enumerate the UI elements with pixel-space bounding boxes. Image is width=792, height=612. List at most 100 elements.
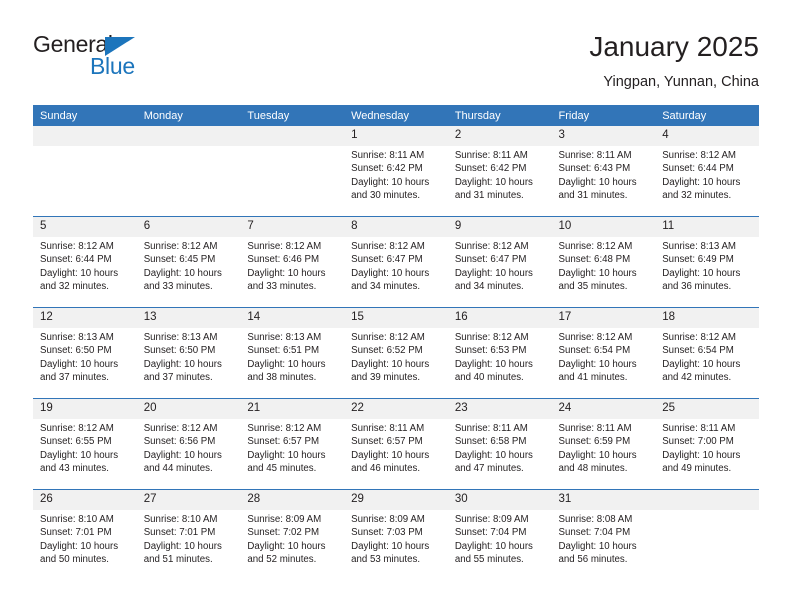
- logo-text-blue: Blue: [90, 53, 135, 79]
- daylight-text: Daylight: 10 hours and 32 minutes.: [40, 267, 119, 293]
- calendar-day-cell[interactable]: 18 Sunrise: 8:12 AM Sunset: 6:54 PM Dayligh…: [655, 307, 759, 399]
- calendar-week-row: 1 Sunrise: 8:11 AM Sunset: 6:42 PM Daylight…: [33, 126, 759, 217]
- sunrise-text: Sunrise: 8:10 AM: [40, 514, 114, 525]
- calendar-day-cell[interactable]: 31 Sunrise: 8:08 AM Sunset: 7:04 PM Dayligh…: [551, 489, 656, 580]
- calendar-day-cell[interactable]: 25 Sunrise: 8:11 AM Sunset: 7:00 PM Dayligh…: [655, 398, 759, 490]
- day-number: 16: [447, 308, 552, 328]
- calendar-day-cell[interactable]: 3 Sunrise: 8:11 AM Sunset: 6:43 PM Daylight…: [551, 126, 656, 217]
- sunset-text: Sunset: 6:52 PM: [351, 345, 423, 357]
- calendar-day-cell[interactable]: 5 Sunrise: 8:12 AM Sunset: 6:44 PM Daylight…: [33, 216, 137, 308]
- day-number: 3: [551, 126, 656, 146]
- day-number: 30: [447, 490, 552, 510]
- calendar-day-cell[interactable]: 16 Sunrise: 8:12 AM Sunset: 6:53 PM Dayligh…: [447, 307, 552, 399]
- sunrise-text: Sunrise: 8:09 AM: [247, 514, 322, 525]
- calendar-day-cell[interactable]: 15 Sunrise: 8:12 AM Sunset: 6:52 PM Dayligh…: [344, 307, 448, 399]
- sunset-text: Sunset: 6:56 PM: [143, 436, 216, 448]
- sunrise-text: Sunrise: 8:13 AM: [143, 332, 218, 343]
- sunrise-text: Sunrise: 8:12 AM: [40, 423, 114, 434]
- calendar-day-cell[interactable]: 23 Sunrise: 8:11 AM Sunset: 6:58 PM Dayligh…: [447, 398, 552, 490]
- calendar-day-cell[interactable]: 7 Sunrise: 8:12 AM Sunset: 6:46 PM Daylight…: [240, 216, 345, 308]
- calendar-day-cell[interactable]: 11 Sunrise: 8:13 AM Sunset: 6:49 PM Dayligh…: [655, 216, 759, 308]
- day-number: 8: [344, 217, 448, 237]
- calendar-day-cell[interactable]: 14 Sunrise: 8:13 AM Sunset: 6:51 PM Dayligh…: [240, 307, 345, 399]
- weekday-header-saturday: Saturday: [655, 105, 759, 126]
- calendar-day-cell[interactable]: 29 Sunrise: 8:09 AM Sunset: 7:03 PM Dayligh…: [344, 489, 448, 580]
- calendar-day-cell[interactable]: 27 Sunrise: 8:10 AM Sunset: 7:01 PM Dayligh…: [136, 489, 241, 580]
- calendar-day-cell-empty: [136, 126, 241, 217]
- daylight-text: Daylight: 10 hours and 36 minutes.: [662, 267, 741, 293]
- weekday-header-sunday: Sunday: [33, 105, 137, 126]
- day-details: Sunrise: 8:11 AM Sunset: 6:43 PM Daylight:…: [552, 146, 656, 203]
- day-details: Sunrise: 8:13 AM Sunset: 6:49 PM Daylight:…: [655, 237, 759, 294]
- day-number: 15: [344, 308, 448, 328]
- day-number: 21: [240, 399, 345, 419]
- page-header: General Blue January 2025 Yingpan, Yunna…: [33, 30, 759, 96]
- calendar-day-cell[interactable]: 26 Sunrise: 8:10 AM Sunset: 7:01 PM Dayligh…: [33, 489, 137, 580]
- calendar-day-cell[interactable]: 13 Sunrise: 8:13 AM Sunset: 6:50 PM Dayligh…: [136, 307, 241, 399]
- daylight-text: Daylight: 10 hours and 39 minutes.: [351, 358, 430, 384]
- day-details: Sunrise: 8:09 AM Sunset: 7:03 PM Daylight:…: [344, 510, 448, 567]
- sunrise-text: Sunrise: 8:13 AM: [40, 332, 114, 343]
- sunrise-text: Sunrise: 8:12 AM: [351, 332, 425, 343]
- day-number: [655, 490, 759, 510]
- calendar-day-cell[interactable]: 4 Sunrise: 8:12 AM Sunset: 6:44 PM Daylight…: [655, 126, 759, 217]
- day-details: Sunrise: 8:12 AM Sunset: 6:47 PM Daylight:…: [448, 237, 552, 294]
- day-details: Sunrise: 8:12 AM Sunset: 6:55 PM Daylight:…: [33, 419, 137, 476]
- day-details: Sunrise: 8:12 AM Sunset: 6:48 PM Daylight:…: [552, 237, 656, 294]
- sunrise-text: Sunrise: 8:12 AM: [662, 332, 736, 343]
- calendar-day-cell[interactable]: 9 Sunrise: 8:12 AM Sunset: 6:47 PM Daylight…: [447, 216, 552, 308]
- sunset-text: Sunset: 7:03 PM: [351, 527, 423, 539]
- calendar-day-cell[interactable]: 30 Sunrise: 8:09 AM Sunset: 7:04 PM Dayligh…: [447, 489, 552, 580]
- calendar-day-cell[interactable]: 10 Sunrise: 8:12 AM Sunset: 6:48 PM Dayligh…: [551, 216, 656, 308]
- calendar-day-cell[interactable]: 2 Sunrise: 8:11 AM Sunset: 6:42 PM Daylight…: [447, 126, 552, 217]
- sunset-text: Sunset: 6:57 PM: [351, 436, 423, 448]
- calendar-body: 1 Sunrise: 8:11 AM Sunset: 6:42 PM Daylight…: [33, 126, 759, 580]
- daylight-text: Daylight: 10 hours and 35 minutes.: [558, 267, 637, 293]
- sunset-text: Sunset: 6:54 PM: [558, 345, 631, 357]
- day-number: 19: [33, 399, 137, 419]
- calendar-day-cell[interactable]: 22 Sunrise: 8:11 AM Sunset: 6:57 PM Dayligh…: [344, 398, 448, 490]
- sunset-text: Sunset: 6:49 PM: [662, 254, 734, 266]
- day-number: 31: [551, 490, 656, 510]
- calendar-day-cell[interactable]: 17 Sunrise: 8:12 AM Sunset: 6:54 PM Dayligh…: [551, 307, 656, 399]
- day-number: 28: [240, 490, 345, 510]
- daylight-text: Daylight: 10 hours and 44 minutes.: [143, 449, 222, 475]
- daylight-text: Daylight: 10 hours and 32 minutes.: [662, 176, 741, 202]
- daylight-text: Daylight: 10 hours and 47 minutes.: [454, 449, 533, 475]
- calendar-day-cell[interactable]: 20 Sunrise: 8:12 AM Sunset: 6:56 PM Dayligh…: [136, 398, 241, 490]
- calendar-week-row: 26 Sunrise: 8:10 AM Sunset: 7:01 PM Dayligh…: [33, 489, 759, 580]
- weekday-header-thursday: Thursday: [447, 105, 552, 126]
- calendar-day-cell[interactable]: 12 Sunrise: 8:13 AM Sunset: 6:50 PM Dayligh…: [33, 307, 137, 399]
- sunset-text: Sunset: 7:01 PM: [143, 527, 216, 539]
- daylight-text: Daylight: 10 hours and 48 minutes.: [558, 449, 637, 475]
- sunset-text: Sunset: 7:02 PM: [247, 527, 320, 539]
- sunrise-text: Sunrise: 8:11 AM: [454, 150, 528, 161]
- sunrise-text: Sunrise: 8:11 AM: [558, 423, 632, 434]
- sunrise-text: Sunrise: 8:12 AM: [662, 150, 736, 161]
- calendar-day-cell[interactable]: 1 Sunrise: 8:11 AM Sunset: 6:42 PM Daylight…: [344, 126, 448, 217]
- calendar-day-cell[interactable]: 6 Sunrise: 8:12 AM Sunset: 6:45 PM Daylight…: [136, 216, 241, 308]
- sunrise-text: Sunrise: 8:12 AM: [558, 332, 633, 343]
- day-details: Sunrise: 8:11 AM Sunset: 6:42 PM Daylight:…: [344, 146, 448, 203]
- sunrise-text: Sunrise: 8:09 AM: [454, 514, 529, 525]
- calendar-day-cell[interactable]: 21 Sunrise: 8:12 AM Sunset: 6:57 PM Dayligh…: [240, 398, 345, 490]
- sunset-text: Sunset: 7:01 PM: [40, 527, 112, 539]
- sunset-text: Sunset: 7:00 PM: [662, 436, 734, 448]
- day-details: Sunrise: 8:13 AM Sunset: 6:50 PM Daylight:…: [137, 328, 241, 385]
- day-number: 23: [447, 399, 552, 419]
- day-details: Sunrise: 8:09 AM Sunset: 7:04 PM Daylight:…: [448, 510, 552, 567]
- calendar-day-cell[interactable]: 28 Sunrise: 8:09 AM Sunset: 7:02 PM Dayligh…: [240, 489, 345, 580]
- calendar-day-cell[interactable]: 24 Sunrise: 8:11 AM Sunset: 6:59 PM Dayligh…: [551, 398, 656, 490]
- calendar-day-cell[interactable]: 19 Sunrise: 8:12 AM Sunset: 6:55 PM Dayligh…: [33, 398, 137, 490]
- day-details: Sunrise: 8:12 AM Sunset: 6:52 PM Daylight:…: [344, 328, 448, 385]
- sunset-text: Sunset: 6:58 PM: [454, 436, 527, 448]
- day-number: 1: [344, 126, 448, 146]
- daylight-text: Daylight: 10 hours and 31 minutes.: [454, 176, 533, 202]
- sunset-text: Sunset: 6:57 PM: [247, 436, 320, 448]
- day-number: 14: [240, 308, 345, 328]
- sunset-text: Sunset: 7:04 PM: [454, 527, 527, 539]
- generalblue-logo: General Blue: [33, 33, 213, 93]
- calendar-day-cell[interactable]: 8 Sunrise: 8:12 AM Sunset: 6:47 PM Daylight…: [344, 216, 448, 308]
- sunrise-text: Sunrise: 8:13 AM: [662, 241, 736, 252]
- sunset-text: Sunset: 6:46 PM: [247, 254, 320, 266]
